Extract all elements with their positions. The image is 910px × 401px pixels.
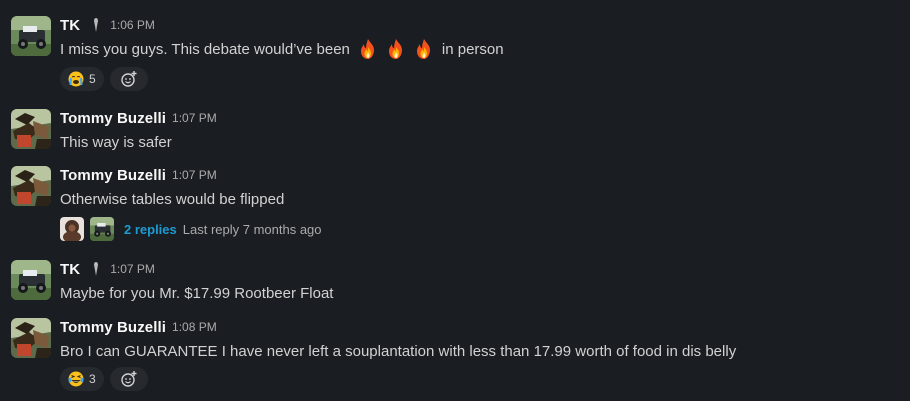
status-icon <box>94 18 99 32</box>
thread-summary[interactable]: 2 replies Last reply 7 months ago <box>60 216 322 242</box>
author-name[interactable]: Tommy Buzelli <box>60 167 166 184</box>
reaction-laughing-face[interactable]: 3 <box>60 367 104 391</box>
laughing-tears-face-icon <box>68 371 84 387</box>
message-text: Bro I can GUARANTEE I have never left a … <box>60 342 737 360</box>
status-icon <box>94 262 99 276</box>
timestamp[interactable]: 1:07 PM <box>110 262 155 276</box>
author-name[interactable]: Tommy Buzelli <box>60 319 166 336</box>
fire-emoji-icon <box>413 38 435 60</box>
crying-face-icon <box>68 71 84 87</box>
message-text: I miss you guys. This debate would’ve be… <box>60 38 504 60</box>
reaction-crying-face[interactable]: 5 <box>60 67 104 91</box>
fire-emoji-icon <box>385 38 407 60</box>
timestamp[interactable]: 1:08 PM <box>172 320 217 334</box>
author-name[interactable]: TK <box>60 261 80 278</box>
reaction-count: 5 <box>89 72 96 86</box>
message-text: Otherwise tables would be flipped <box>60 190 285 208</box>
thread-participant-avatar <box>60 217 84 241</box>
avatar[interactable] <box>11 16 51 56</box>
timestamp[interactable]: 1:06 PM <box>110 18 155 32</box>
avatar[interactable] <box>11 109 51 149</box>
avatar[interactable] <box>11 318 51 358</box>
avatar[interactable] <box>11 166 51 206</box>
message-text-after: in person <box>441 40 504 58</box>
add-reaction-button[interactable] <box>109 67 148 91</box>
timestamp[interactable]: 1:07 PM <box>172 111 217 125</box>
fire-emoji-icon <box>357 38 379 60</box>
message-text: This way is safer <box>60 133 172 151</box>
timestamp[interactable]: 1:07 PM <box>172 168 217 182</box>
author-name[interactable]: TK <box>60 17 80 34</box>
author-name[interactable]: Tommy Buzelli <box>60 110 166 127</box>
thread-participant-avatar <box>90 217 114 241</box>
thread-last-reply: Last reply 7 months ago <box>182 221 322 237</box>
reaction-count: 3 <box>89 372 96 386</box>
add-reaction-button[interactable] <box>109 367 148 391</box>
message-text: Maybe for you Mr. $17.99 Rootbeer Float <box>60 284 334 302</box>
avatar[interactable] <box>11 260 51 300</box>
message-text-before: I miss you guys. This debate would’ve be… <box>60 40 350 58</box>
add-emoji-icon <box>120 71 137 87</box>
add-emoji-icon <box>120 371 137 387</box>
thread-replies-link[interactable]: 2 replies <box>124 222 177 237</box>
